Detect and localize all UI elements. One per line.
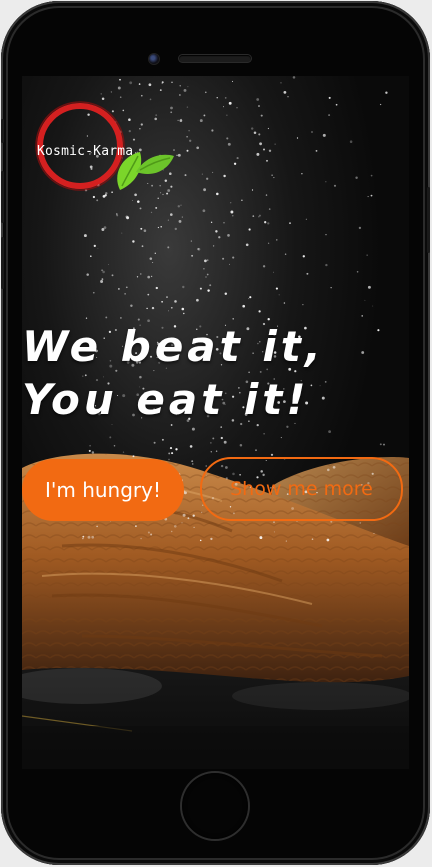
mute-switch xyxy=(1,119,4,143)
logo-text: Kosmic-Karma xyxy=(37,144,134,159)
show-me-more-button[interactable]: Show me more xyxy=(200,457,403,521)
volume-down-button xyxy=(1,237,4,289)
phone-frame: Kosmic-Karma We beat it, You eat it! I'm… xyxy=(1,1,430,865)
headline-line-2: You eat it! xyxy=(22,375,310,424)
app-screen: Kosmic-Karma We beat it, You eat it! I'm… xyxy=(22,76,409,769)
hero-headline: We beat it, You eat it! xyxy=(22,320,409,426)
power-button xyxy=(427,187,430,253)
front-camera-icon xyxy=(149,54,159,64)
home-button-icon[interactable] xyxy=(182,773,248,839)
volume-up-button xyxy=(1,171,4,223)
speaker-grille-icon xyxy=(179,55,251,62)
brand-logo[interactable]: Kosmic-Karma xyxy=(32,94,182,198)
headline-line-1: We beat it, xyxy=(22,322,325,371)
im-hungry-button[interactable]: I'm hungry! xyxy=(22,459,184,521)
